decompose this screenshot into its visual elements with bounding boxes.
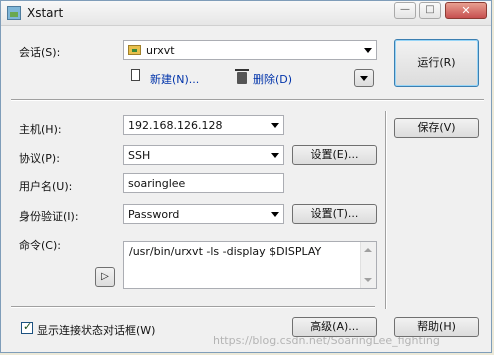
auth-select[interactable]: Password: [123, 204, 284, 224]
username-label: 用户名(U):: [19, 180, 73, 193]
new-session-button[interactable]: 新建(N)...: [129, 68, 209, 86]
host-value: 192.168.126.128: [128, 119, 223, 132]
session-options-button[interactable]: [354, 69, 374, 87]
command-textarea[interactable]: /usr/bin/urxvt -ls -display $DISPLAY: [123, 241, 377, 289]
delete-session-label: 删除(D): [253, 73, 293, 86]
new-file-icon: [131, 69, 140, 81]
session-select[interactable]: urxvt: [123, 40, 377, 60]
minimize-button[interactable]: —: [394, 2, 416, 19]
save-button[interactable]: 保存(V): [394, 118, 479, 138]
xstart-window: Xstart — □ ✕ 会话(S): urxvt 运行(R) 新建(N)...…: [0, 0, 492, 353]
username-input[interactable]: soaringlee: [123, 173, 284, 193]
host-label: 主机(H):: [19, 123, 62, 136]
chevron-down-icon: [364, 48, 372, 53]
delete-session-button[interactable]: 删除(D): [233, 68, 303, 86]
close-button[interactable]: ✕: [445, 2, 487, 19]
new-session-label: 新建(N)...: [150, 73, 200, 86]
command-label: 命令(C):: [19, 239, 61, 252]
protocol-label: 协议(P):: [19, 152, 60, 165]
xstart-app-icon: [7, 6, 21, 20]
command-scrollbar[interactable]: [360, 242, 376, 288]
show-status-checkbox[interactable]: ✓: [21, 320, 33, 334]
run-button[interactable]: 运行(R): [394, 39, 479, 87]
protocol-select[interactable]: SSH: [123, 145, 284, 165]
play-arrow-icon: ▷: [101, 271, 109, 282]
triangle-down-icon: [360, 76, 368, 81]
top-divider: [11, 99, 484, 101]
title-bar[interactable]: Xstart — □ ✕: [1, 1, 491, 26]
trash-icon: [235, 69, 249, 84]
session-value: urxvt: [146, 44, 175, 57]
maximize-icon: □: [425, 4, 435, 15]
host-combo[interactable]: 192.168.126.128: [123, 115, 284, 135]
command-insert-button[interactable]: ▷: [95, 267, 115, 287]
advanced-button[interactable]: 高级(A)...: [292, 317, 377, 337]
maximize-button[interactable]: □: [419, 2, 441, 19]
vertical-divider: [385, 111, 387, 309]
auth-settings-button[interactable]: 设置(T)...: [292, 204, 377, 224]
protocol-chevron-down-icon: [271, 153, 279, 158]
command-value: /usr/bin/urxvt -ls -display $DISPLAY: [129, 245, 322, 258]
protocol-settings-button[interactable]: 设置(E)...: [292, 145, 377, 165]
protocol-value: SSH: [128, 149, 151, 162]
scroll-up-icon[interactable]: [364, 248, 372, 252]
show-status-label[interactable]: 显示连接状态对话框(W): [37, 322, 155, 338]
close-icon: ✕: [461, 4, 471, 17]
help-button[interactable]: 帮助(H): [394, 317, 479, 337]
host-chevron-down-icon: [271, 123, 279, 128]
scroll-down-icon[interactable]: [364, 278, 372, 282]
minimize-icon: —: [400, 4, 410, 15]
auth-label: 身份验证(I):: [19, 210, 79, 223]
session-folder-icon: [128, 45, 141, 55]
window-title: Xstart: [27, 6, 64, 20]
auth-chevron-down-icon: [271, 212, 279, 217]
session-label: 会话(S):: [19, 46, 61, 59]
checkmark-icon: ✓: [23, 320, 33, 333]
auth-value: Password: [128, 208, 180, 221]
bottom-divider: [11, 306, 375, 308]
